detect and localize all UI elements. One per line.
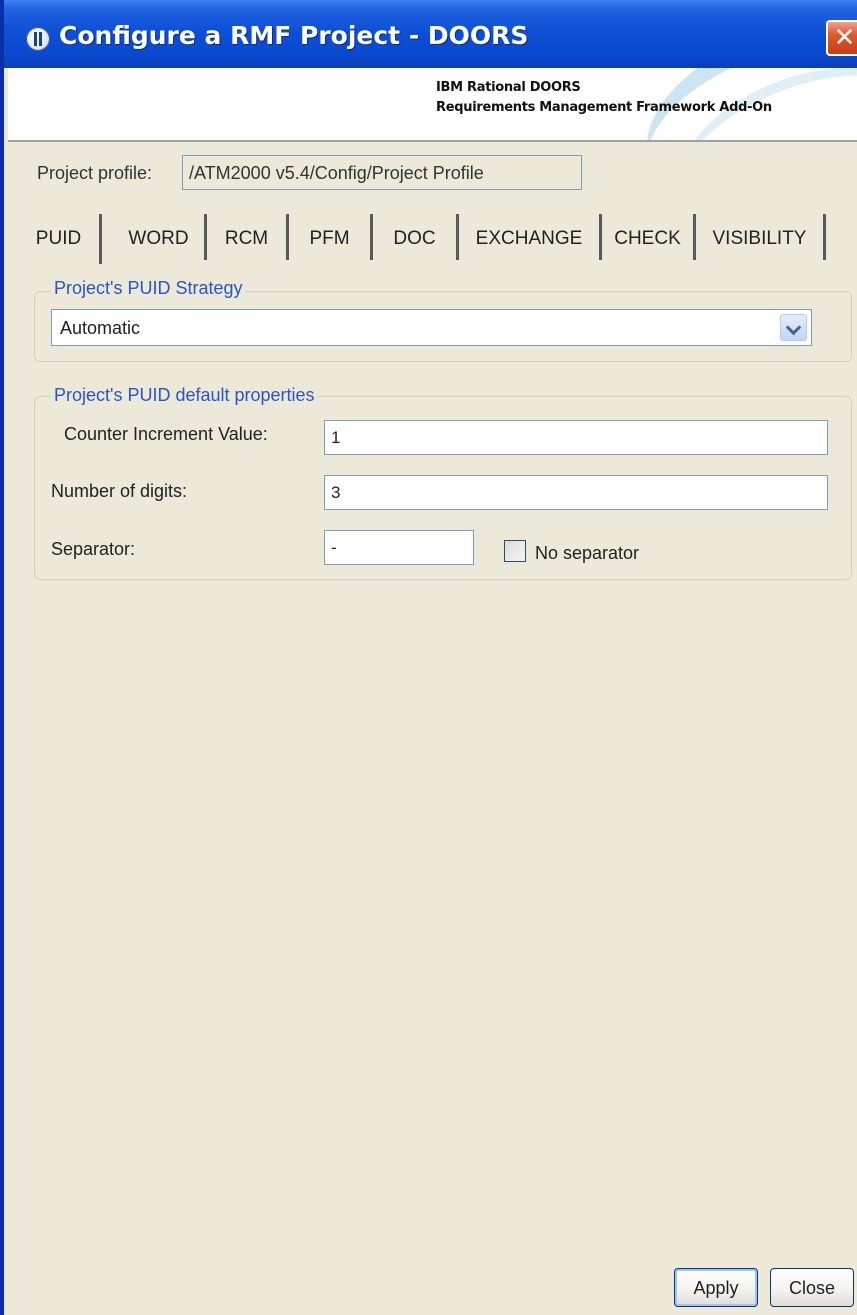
tab-doc[interactable]: DOC	[373, 214, 459, 260]
chevron-down-icon[interactable]	[780, 314, 807, 341]
banner-product-subtitle: Requirements Management Framework Add-On	[436, 100, 772, 115]
dialog-window: Configure a RMF Project - DOORS ✕ IBM Ra…	[0, 0, 857, 1315]
separator-input[interactable]: -	[324, 530, 474, 565]
separator-label: Separator:	[51, 539, 136, 559]
close-window-button[interactable]: ✕	[826, 20, 857, 56]
tab-word[interactable]: WORD	[113, 214, 207, 260]
tab-strip: PUID WORD RCM PFM DOC EXCHANGE CHECK VIS…	[18, 214, 848, 264]
tab-pfm[interactable]: PFM	[289, 214, 373, 260]
banner-product-name: IBM Rational DOORS	[436, 80, 581, 95]
close-button[interactable]: Close	[770, 1268, 854, 1307]
tab-check[interactable]: CHECK	[602, 214, 696, 260]
counter-increment-input[interactable]: 1	[324, 420, 828, 455]
product-banner: IBM Rational DOORS Requirements Manageme…	[8, 68, 857, 142]
title-bar[interactable]: Configure a RMF Project - DOORS	[4, 0, 857, 68]
puid-defaults-legend: Project's PUID default properties	[51, 385, 318, 406]
puid-strategy-value: Automatic	[60, 318, 141, 338]
project-profile-label: Project profile:	[37, 163, 153, 183]
puid-strategy-select[interactable]: Automatic	[51, 309, 812, 346]
number-of-digits-label: Number of digits:	[51, 481, 188, 501]
project-profile-field: /ATM2000 v5.4/Config/Project Profile	[182, 155, 582, 190]
tab-visibility[interactable]: VISIBILITY	[696, 214, 826, 260]
doors-app-icon	[26, 27, 50, 51]
no-separator-checkbox[interactable]	[504, 540, 526, 562]
window-title: Configure a RMF Project - DOORS	[59, 21, 529, 50]
tab-rcm[interactable]: RCM	[207, 214, 289, 260]
counter-increment-label: Counter Increment Value:	[64, 424, 268, 444]
tab-exchange[interactable]: EXCHANGE	[459, 214, 602, 260]
no-separator-label[interactable]: No separator	[535, 543, 639, 564]
number-of-digits-input[interactable]: 3	[324, 475, 828, 510]
puid-strategy-legend: Project's PUID Strategy	[51, 278, 246, 299]
apply-button[interactable]: Apply	[674, 1268, 758, 1307]
tab-puid[interactable]: PUID	[18, 214, 102, 264]
